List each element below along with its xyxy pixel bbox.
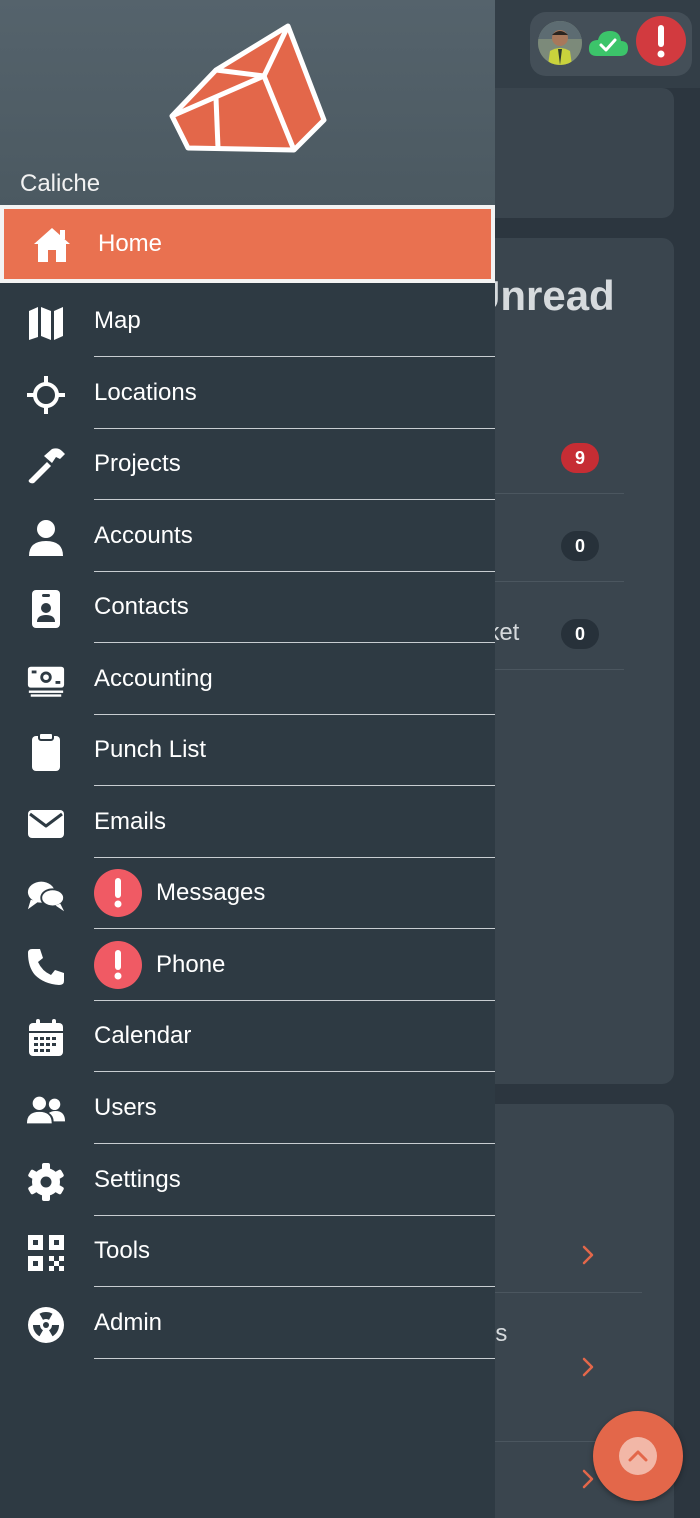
envelope-icon: [26, 804, 66, 844]
id-badge-icon: [26, 589, 66, 629]
money-icon: [26, 661, 66, 701]
gear-icon: [26, 1162, 66, 1202]
nav-item-users[interactable]: Users: [0, 1072, 495, 1144]
status-cluster: [530, 12, 692, 76]
alert-icon: [94, 869, 142, 917]
nav-item-punch-list[interactable]: Punch List: [0, 714, 495, 786]
alert-icon[interactable]: [636, 16, 686, 66]
nav-item-admin[interactable]: Admin: [0, 1287, 495, 1359]
nav-item-label: Users: [94, 1094, 157, 1121]
nav-item-contacts[interactable]: Contacts: [0, 571, 495, 643]
users-icon: [26, 1090, 66, 1130]
unread-count-badge: 0: [561, 531, 599, 561]
nav-item-label: Calendar: [94, 1022, 192, 1049]
nav-item-label: Settings: [94, 1166, 181, 1193]
dashboard-card: [470, 88, 674, 218]
unread-count-badge: 0: [561, 619, 599, 649]
nav-item-messages[interactable]: Messages: [0, 857, 495, 929]
nav-item-label: Punch List: [94, 736, 207, 763]
row-divider: [470, 1292, 642, 1293]
unread-count-badge: 9: [561, 443, 599, 473]
alert-icon: [94, 941, 142, 989]
nav-item-accounts[interactable]: Accounts: [0, 500, 495, 572]
qrcode-icon: [26, 1233, 66, 1273]
nav-item-home[interactable]: Home: [0, 205, 495, 283]
unread-card: [470, 238, 674, 1084]
divider: [94, 1358, 495, 1359]
nav-item-accounting[interactable]: Accounting: [0, 643, 495, 715]
calendar-icon: [26, 1018, 66, 1058]
nav-item-locations[interactable]: Locations: [0, 357, 495, 429]
crosshair-icon: [26, 375, 66, 415]
phone-icon: [26, 947, 66, 987]
drawer-header: Caliche: [0, 0, 495, 206]
nav-item-label: Contacts: [94, 593, 189, 620]
nav-item-label: Tools: [94, 1237, 151, 1264]
cloud-check-icon[interactable]: [586, 26, 630, 62]
nav-item-label: Map: [94, 307, 141, 334]
user-avatar[interactable]: [538, 21, 582, 65]
chevron-right-icon[interactable]: [578, 1245, 598, 1265]
map-icon: [26, 303, 66, 343]
nav-item-phone[interactable]: Phone: [0, 929, 495, 1001]
nav-item-label: Projects: [94, 450, 181, 477]
nav-item-label: Accounting: [94, 665, 213, 692]
clipboard-icon: [26, 732, 66, 772]
chevron-up-icon: [619, 1437, 657, 1475]
hammer-icon: [26, 446, 66, 486]
nav-item-map[interactable]: Map: [0, 285, 495, 357]
company-logo-icon: [169, 23, 327, 153]
user-icon: [26, 518, 66, 558]
nav-item-tools[interactable]: Tools: [0, 1215, 495, 1287]
radiation-icon: [26, 1305, 66, 1345]
nav-item-label: Phone: [156, 951, 226, 978]
home-icon: [32, 225, 72, 265]
navigation-drawer: Caliche Home Map Locations Projects Acco…: [0, 0, 495, 1518]
nav-item-calendar[interactable]: Calendar: [0, 1000, 495, 1072]
nav-item-label: Emails: [94, 808, 167, 835]
nav-item-projects[interactable]: Projects: [0, 428, 495, 500]
nav-item-label: Accounts: [94, 522, 193, 549]
scroll-top-button[interactable]: [593, 1411, 683, 1501]
organization-name: Caliche: [20, 170, 101, 197]
nav-item-label: Messages: [156, 879, 266, 906]
nav-item-emails[interactable]: Emails: [0, 786, 495, 858]
nav-item-settings[interactable]: Settings: [0, 1144, 495, 1216]
nav-item-label: Admin: [94, 1309, 163, 1336]
chevron-right-icon[interactable]: [578, 1357, 598, 1377]
nav-item-label: Home: [98, 230, 163, 257]
chat-icon: [26, 875, 66, 915]
nav-item-label: Locations: [94, 379, 197, 406]
